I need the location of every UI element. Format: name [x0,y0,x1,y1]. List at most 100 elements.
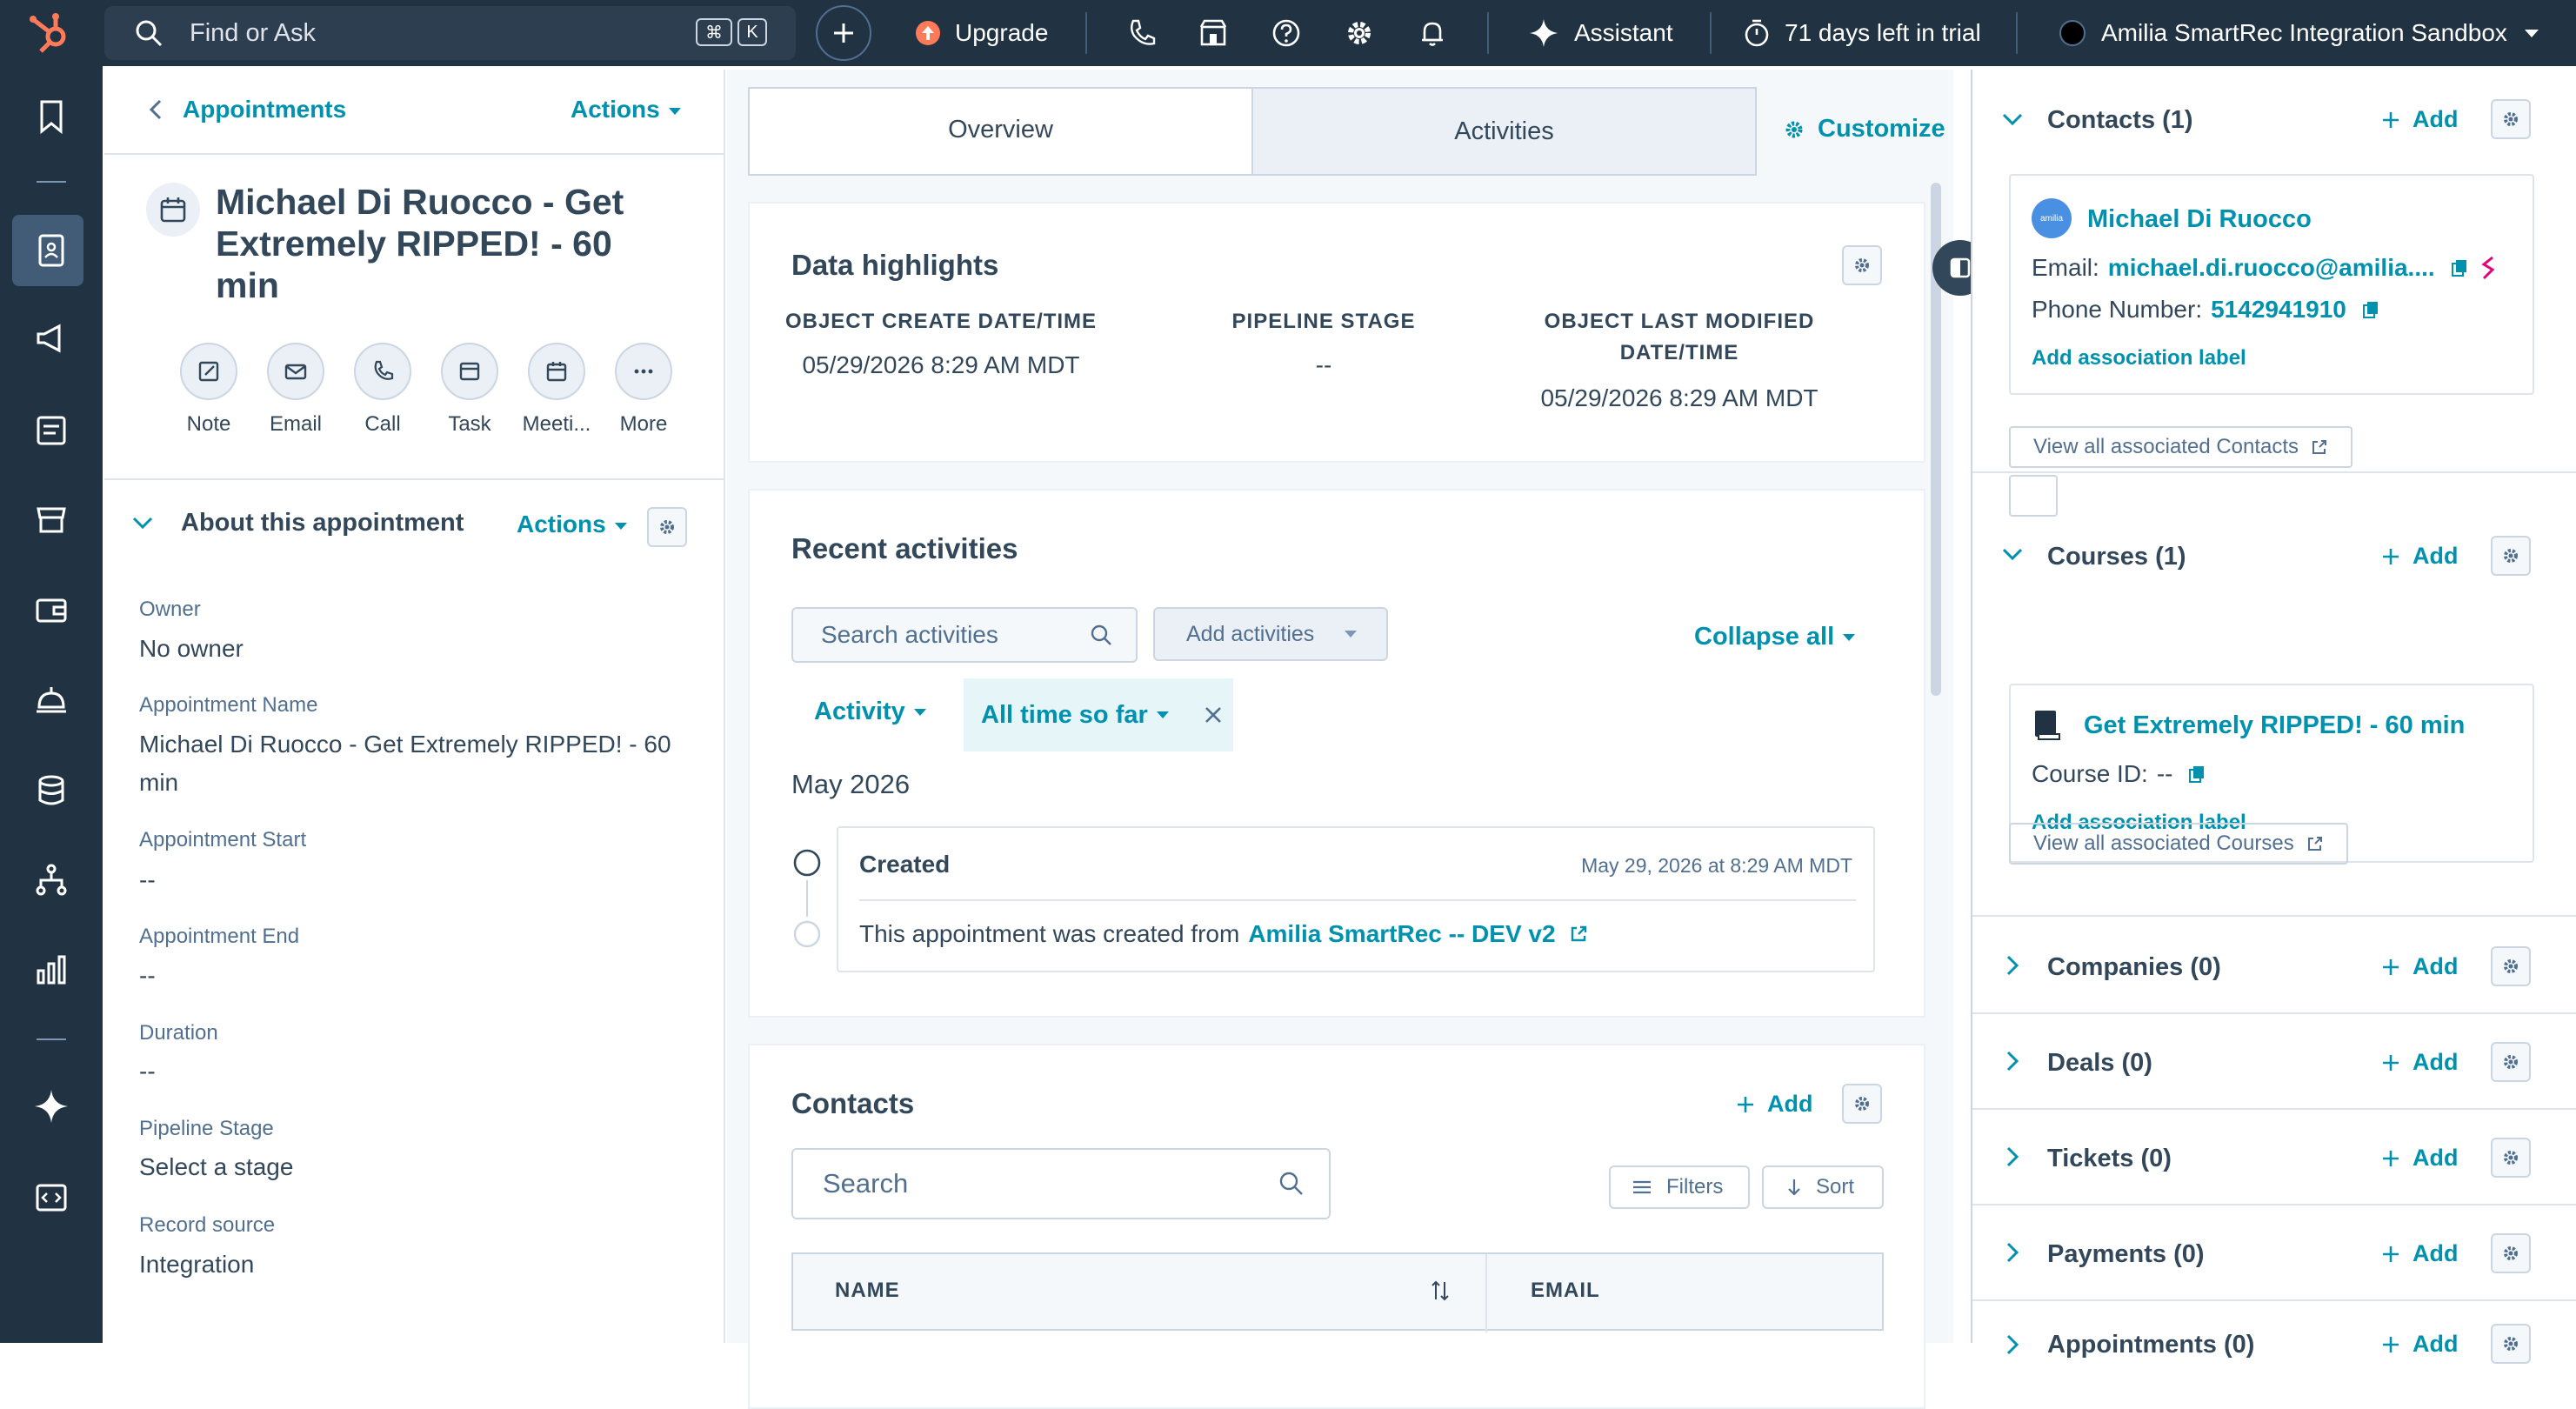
activity-item-created[interactable]: Created May 29, 2026 at 8:29 AM MDT This… [837,826,1875,972]
filters-button[interactable]: Filters [1609,1165,1750,1209]
chevron-right-icon[interactable] [2000,1049,2025,1073]
smartrec-logo-icon[interactable] [2480,256,2498,280]
courses-section-title[interactable]: Courses (1) [2047,543,2186,571]
contact-email-link[interactable]: michael.di.ruocco@amilia.... [2108,254,2435,282]
chevron-down-icon[interactable] [2000,543,2025,567]
upgrade-button[interactable]: Upgrade [915,0,1048,66]
account-menu[interactable]: Amilia SmartRec Integration Sandbox [2059,0,2539,66]
deals-section-add[interactable]: Add [2381,1049,2458,1076]
contact-name-link[interactable]: Michael Di Ruocco [2087,205,2312,234]
contact-phone-link[interactable]: 5142941910 [2211,296,2346,324]
col-name-header[interactable]: NAME [835,1279,900,1303]
contacts-search-input[interactable]: Search [791,1148,1331,1219]
appointments-section-add[interactable]: Add [2381,1331,2458,1358]
bookmark-icon[interactable] [31,97,71,137]
tickets-section-settings[interactable] [2491,1138,2531,1178]
appointment-end-value[interactable]: -- [139,957,696,995]
sort-button[interactable]: Sort [1762,1165,1884,1209]
tab-overview[interactable]: Overview [750,89,1251,174]
contacts-section-title[interactable]: Contacts (1) [2047,106,2193,135]
breadcrumb[interactable]: Appointments [146,96,346,124]
view-all-courses-button[interactable]: View all associated Courses [2009,823,2348,865]
course-name-link[interactable]: Get Extremely RIPPED! - 60 min [2084,711,2465,740]
companies-section-settings[interactable] [2491,946,2531,986]
highlights-settings-button[interactable] [1842,245,1882,285]
courses-section-settings[interactable] [2491,536,2531,576]
chevron-right-icon[interactable] [2000,1332,2025,1357]
customize-button[interactable]: Customize [1783,115,1945,144]
contact-add-association-label[interactable]: Add association label [2032,346,2246,371]
activity-source-link[interactable]: Amilia SmartRec -- DEV v2 [1248,920,1555,948]
col-email-header[interactable]: EMAIL [1531,1279,1600,1303]
call-action[interactable]: Call [339,343,426,437]
close-icon[interactable] [1204,705,1223,725]
megaphone-icon[interactable] [31,318,71,358]
record-actions-menu[interactable]: Actions [571,96,681,124]
meeting-action[interactable]: Meeti... [513,343,600,437]
wallet-icon[interactable] [31,590,71,630]
owner-value[interactable]: No owner [139,630,696,668]
task-action[interactable]: Task [426,343,513,437]
courses-section-add[interactable]: Add [2381,543,2458,570]
copy-icon[interactable] [2362,300,2379,319]
database-icon[interactable] [31,771,71,811]
external-link-icon[interactable] [1568,924,1589,945]
add-activities-button[interactable]: Add activities [1153,607,1388,661]
content-icon[interactable] [31,411,71,451]
email-action[interactable]: Email [252,343,339,437]
chevron-right-icon[interactable] [2000,1145,2025,1169]
contacts-card-settings-button[interactable] [1842,1084,1882,1124]
note-action[interactable]: Note [165,343,252,437]
duration-value[interactable]: -- [139,1052,696,1091]
service-bell-icon[interactable] [31,679,71,719]
companies-section-title[interactable]: Companies (0) [2047,953,2221,982]
payments-section-title[interactable]: Payments (0) [2047,1240,2205,1269]
time-filter-chip[interactable]: All time so far [964,678,1233,751]
appointments-section-title[interactable]: Appointments (0) [2047,1331,2254,1359]
collapse-all-button[interactable]: Collapse all [1694,623,1856,651]
ai-sparkle-icon[interactable] [31,1086,71,1126]
sort-arrows-icon[interactable] [1430,1279,1451,1303]
developer-code-icon[interactable] [31,1178,71,1218]
record-source-value[interactable]: Integration [139,1245,696,1284]
pipeline-stage-value[interactable]: Select a stage [139,1148,696,1186]
copy-icon[interactable] [2188,765,2206,784]
more-action[interactable]: More [600,343,687,437]
workflow-icon[interactable] [31,860,71,900]
tab-activities[interactable]: Activities [1251,89,1755,174]
activity-filter[interactable]: Activity [814,698,926,726]
appointment-start-value[interactable]: -- [139,861,696,899]
assistant-button[interactable]: Assistant [1529,0,1673,66]
appointment-name-value[interactable]: Michael Di Ruocco - Get Extremely RIPPED… [139,725,696,802]
global-search-bar[interactable]: Find or Ask ⌘ K [104,6,796,60]
deals-section-settings[interactable] [2491,1042,2531,1082]
notifications-bell-icon[interactable] [1416,17,1449,50]
help-icon[interactable] [1270,17,1303,50]
chevron-right-icon[interactable] [2000,953,2025,978]
phone-icon[interactable] [1125,17,1158,50]
copy-icon[interactable] [2451,258,2468,277]
settings-gear-icon[interactable] [1343,17,1376,50]
payments-section-add[interactable]: Add [2381,1240,2458,1267]
appointments-section-settings[interactable] [2491,1324,2531,1364]
about-settings-button[interactable] [647,507,687,547]
chevron-down-icon[interactable] [2000,108,2025,132]
contacts-section-add[interactable]: Add [2381,106,2458,133]
marketplace-icon[interactable] [1197,17,1230,50]
deals-section-title[interactable]: Deals (0) [2047,1049,2152,1078]
contacts-section-settings[interactable] [2491,99,2531,139]
about-section-toggle[interactable]: About this appointment [130,509,464,538]
chevron-right-icon[interactable] [2000,1240,2025,1265]
tickets-section-add[interactable]: Add [2381,1145,2458,1172]
breadcrumb-appointments[interactable]: Appointments [183,96,346,124]
contacts-add-button[interactable]: Add [1736,1091,1812,1118]
create-new-button[interactable] [816,5,871,61]
hubspot-logo-icon[interactable] [26,10,75,56]
payments-section-settings[interactable] [2491,1233,2531,1273]
trial-status[interactable]: 71 days left in trial [1743,0,1981,66]
tickets-section-title[interactable]: Tickets (0) [2047,1145,2172,1173]
about-actions-menu[interactable]: Actions [517,511,627,538]
reports-chart-icon[interactable] [31,950,71,990]
companies-section-add[interactable]: Add [2381,953,2458,980]
contacts-book-icon[interactable] [31,230,71,270]
